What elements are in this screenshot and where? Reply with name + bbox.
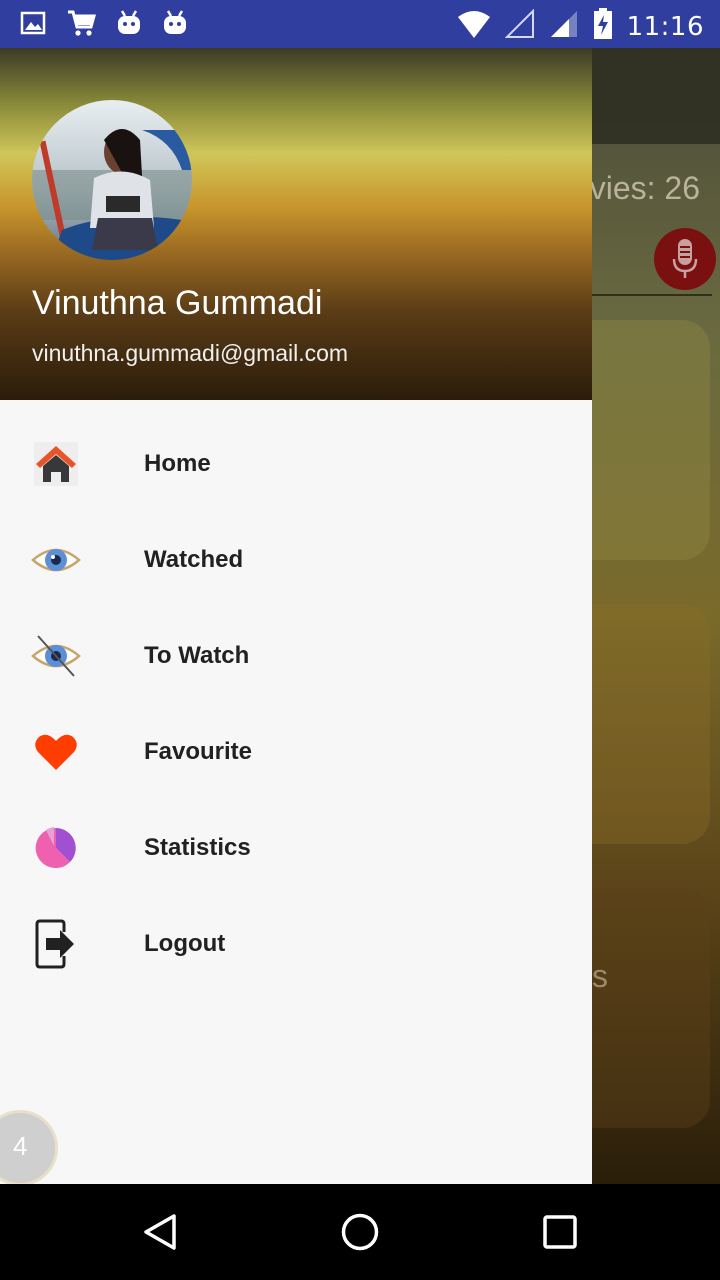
battery-charging-icon xyxy=(593,8,613,45)
menu-item-to-watch[interactable]: To Watch xyxy=(0,608,592,704)
user-email: vinuthna.gummadi@gmail.com xyxy=(32,340,349,366)
signal-icon xyxy=(549,9,579,44)
image-icon xyxy=(20,10,46,41)
logout-icon xyxy=(30,918,82,970)
menu-label-favourite: Favourite xyxy=(144,738,253,765)
home-button[interactable] xyxy=(336,1208,384,1256)
voice-search-button[interactable] xyxy=(654,228,716,290)
system-navigation-bar xyxy=(0,1184,720,1280)
menu-item-watched[interactable]: Watched xyxy=(0,512,592,608)
status-bar: 11:16 xyxy=(0,0,720,48)
recents-square-icon xyxy=(543,1215,577,1249)
drawer-header: Vinuthna Gummadi vinuthna.gummadi@gmail.… xyxy=(0,48,592,400)
eye-icon xyxy=(30,534,82,586)
menu-label-watched: Watched xyxy=(144,546,244,573)
microphone-icon xyxy=(672,239,698,278)
menu-label-home: Home xyxy=(144,450,211,477)
menu-label-statistics: Statistics xyxy=(144,834,251,861)
background-card-text: s xyxy=(592,958,608,994)
back-button[interactable] xyxy=(136,1208,184,1256)
menu-item-home[interactable]: Home xyxy=(0,416,592,512)
back-icon xyxy=(144,1214,176,1250)
android-icon xyxy=(116,8,142,43)
count-badge[interactable]: 4 xyxy=(0,1110,58,1184)
avatar[interactable] xyxy=(32,100,192,260)
menu-item-logout[interactable]: Logout xyxy=(0,896,592,992)
eye-off-icon xyxy=(30,630,82,682)
android-icon xyxy=(162,8,188,43)
navigation-drawer: Vinuthna Gummadi vinuthna.gummadi@gmail.… xyxy=(0,48,592,1184)
heart-icon xyxy=(30,726,82,778)
home-icon xyxy=(30,438,82,490)
recents-button[interactable] xyxy=(536,1208,584,1256)
home-circle-icon xyxy=(341,1213,379,1251)
menu-item-favourite[interactable]: Favourite xyxy=(0,704,592,800)
menu-item-statistics[interactable]: Statistics xyxy=(0,800,592,896)
badge-count: 4 xyxy=(13,1131,28,1161)
user-name: Vinuthna Gummadi xyxy=(32,284,323,322)
pie-chart-icon xyxy=(30,822,82,874)
cart-icon xyxy=(66,8,96,43)
background-divider xyxy=(592,294,712,296)
clock: 11:16 xyxy=(626,11,704,42)
wifi-icon xyxy=(457,9,491,44)
movie-count-text: vies: 26 xyxy=(589,170,700,206)
menu-label-to-watch: To Watch xyxy=(144,642,250,669)
menu-label-logout: Logout xyxy=(144,930,226,957)
signal-empty-icon xyxy=(504,8,535,44)
